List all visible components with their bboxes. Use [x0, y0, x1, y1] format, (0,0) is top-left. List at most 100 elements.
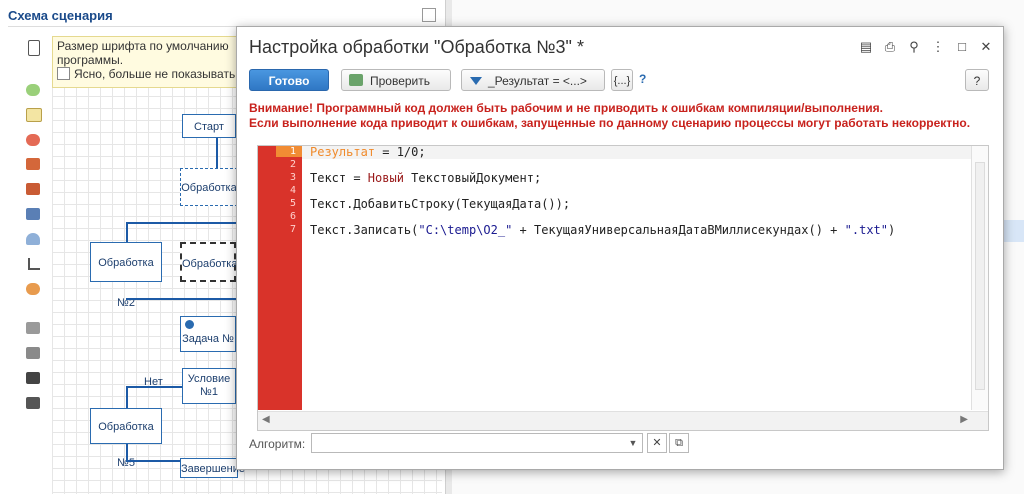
help-button[interactable]: ?	[965, 69, 989, 91]
palette-icon[interactable]	[26, 283, 40, 295]
end-shape-icon[interactable]	[26, 134, 40, 146]
condition-node[interactable]: Условие №1	[182, 368, 236, 404]
selected-row	[1004, 220, 1024, 242]
edge	[126, 222, 128, 242]
algorithm-select[interactable]: ▼	[311, 433, 643, 453]
edge	[216, 138, 218, 168]
process-node-label: Обработка	[181, 182, 237, 194]
warning-line-2: Если выполнение кода приводит к ошибкам,…	[249, 116, 971, 130]
tip-text: Размер шрифта по умолчанию	[57, 39, 229, 53]
done-button[interactable]: Готово	[249, 69, 329, 91]
check-icon	[349, 74, 363, 86]
start-node[interactable]: Старт	[182, 114, 236, 138]
result-button[interactable]: _Результат = <...>	[461, 69, 605, 91]
code-token: )	[888, 223, 896, 237]
code-keyword: Новый	[367, 171, 404, 185]
code-line-7: Текст.Записать("C:\temp\O2_" + ТекущаяУн…	[310, 224, 895, 237]
window-restore-icon[interactable]	[422, 8, 436, 22]
scroll-right-icon[interactable]: ▶	[960, 414, 968, 425]
process-shape-icon[interactable]	[26, 108, 42, 122]
chevron-down-icon[interactable]: ▼	[624, 434, 642, 452]
edge	[126, 460, 182, 462]
warning-message: Внимание! Программный код должен быть ра…	[249, 101, 970, 131]
connector-icon[interactable]	[28, 258, 40, 270]
process-2-node[interactable]: Обработка №2	[90, 242, 162, 309]
align-icon[interactable]	[26, 322, 40, 334]
help-link[interactable]: ?	[639, 72, 646, 86]
code-area[interactable]: Результат = 1/0; Текст = Новый Текстовый…	[302, 146, 972, 408]
document-icon[interactable]	[28, 40, 40, 56]
code-line-1: Результат = 1/0;	[310, 146, 426, 159]
dont-show-label: Ясно, больше не показывать	[74, 67, 236, 81]
close-icon[interactable]: ✕	[979, 40, 993, 54]
vertical-scrollbar[interactable]	[971, 146, 988, 410]
edge	[126, 298, 236, 300]
process-3-node[interactable]: Обработка	[180, 242, 238, 282]
code-string: ".txt"	[844, 223, 888, 237]
code-token: + ТекущаяУниверсальнаяДатаВМиллисекундах…	[512, 223, 845, 237]
maximize-icon[interactable]: □	[955, 40, 969, 54]
line-number-gutter: 1 2 3 4 5 6 7	[258, 146, 302, 410]
line-number: 7	[289, 224, 296, 235]
save-icon[interactable]: ▤	[859, 40, 873, 54]
window-controls: ▤ ⎙ ⚲ ⋮ □ ✕	[859, 40, 993, 54]
algorithm-field: Алгоритм: ▼ ✕ ⧉	[249, 433, 709, 455]
arrow-down-icon	[470, 77, 482, 85]
braces-button[interactable]: {...}	[611, 69, 633, 91]
clear-button[interactable]: ✕	[647, 433, 667, 453]
open-button[interactable]: ⧉	[669, 433, 689, 453]
cloud-icon[interactable]	[26, 233, 40, 245]
line-number: 6	[289, 211, 296, 222]
code-token: = 1/0;	[375, 145, 426, 159]
process-node[interactable]: Обработка	[180, 168, 238, 206]
subprocess-shape-icon[interactable]	[26, 183, 40, 195]
print-icon[interactable]: ⎙	[883, 40, 897, 54]
check-button[interactable]: Проверить	[341, 69, 451, 91]
start-shape-icon[interactable]	[26, 84, 40, 96]
group-icon[interactable]	[26, 347, 40, 359]
tip-text-2: программы.	[57, 53, 124, 67]
code-token: Результат	[310, 145, 376, 159]
process-3-label: Обработка	[182, 258, 238, 270]
font-size-tip: Размер шрифта по умолчанию программы. Яс…	[52, 36, 242, 88]
code-editor[interactable]: 1 2 3 4 5 6 7 Результат = 1/0; Текст = Н…	[257, 145, 989, 431]
code-token: ТекстовыйДокумент;	[403, 171, 542, 185]
code-token: Текст =	[310, 171, 368, 185]
user-icon	[185, 320, 194, 329]
send-back-icon[interactable]	[26, 397, 40, 409]
dont-show-checkbox[interactable]	[57, 67, 70, 80]
line-number: 4	[289, 185, 296, 196]
panel-title: Схема сценария	[8, 6, 438, 27]
code-line-5: Текст.ДобавитьСтроку(ТекущаяДата());	[310, 197, 571, 211]
start-node-label: Старт	[194, 121, 224, 133]
bring-front-icon[interactable]	[26, 372, 40, 384]
task-shape-icon[interactable]	[26, 158, 40, 170]
no-label: Нет	[144, 376, 163, 388]
result-button-label: _Результат = <...>	[488, 74, 587, 88]
line-number: 1	[276, 146, 302, 157]
code-line-3: Текст = Новый ТекстовыйДокумент;	[310, 172, 541, 185]
book-icon[interactable]	[26, 208, 40, 220]
algorithm-label: Алгоритм:	[249, 437, 306, 451]
code-token: Текст.Записать(	[310, 223, 419, 237]
horizontal-scrollbar[interactable]: ◀ ▶	[258, 411, 988, 430]
edge	[126, 386, 128, 408]
check-button-label: Проверить	[370, 74, 431, 88]
panel-title-text: Схема сценария	[8, 8, 113, 23]
condition-label-2: №1	[200, 386, 218, 398]
task-node-label: Задача №	[182, 333, 234, 345]
line-number: 3	[289, 172, 296, 183]
code-string: "C:\temp\O2_"	[418, 223, 513, 237]
dialog-title: Настройка обработки "Обработка №3" *	[249, 37, 584, 57]
end-node[interactable]: Завершение	[180, 458, 245, 478]
preview-icon[interactable]: ⚲	[907, 40, 921, 54]
process-5-node[interactable]: Обработка №5	[90, 408, 162, 469]
scroll-left-icon[interactable]: ◀	[262, 414, 270, 425]
task-node[interactable]: Задача №	[180, 316, 236, 352]
scroll-thumb[interactable]	[975, 162, 985, 390]
processing-settings-dialog: Настройка обработки "Обработка №3" * ▤ ⎙…	[236, 26, 1004, 470]
more-menu-icon[interactable]: ⋮	[931, 40, 945, 54]
edge	[126, 222, 236, 224]
edge	[126, 444, 128, 460]
line-number: 2	[289, 159, 296, 170]
